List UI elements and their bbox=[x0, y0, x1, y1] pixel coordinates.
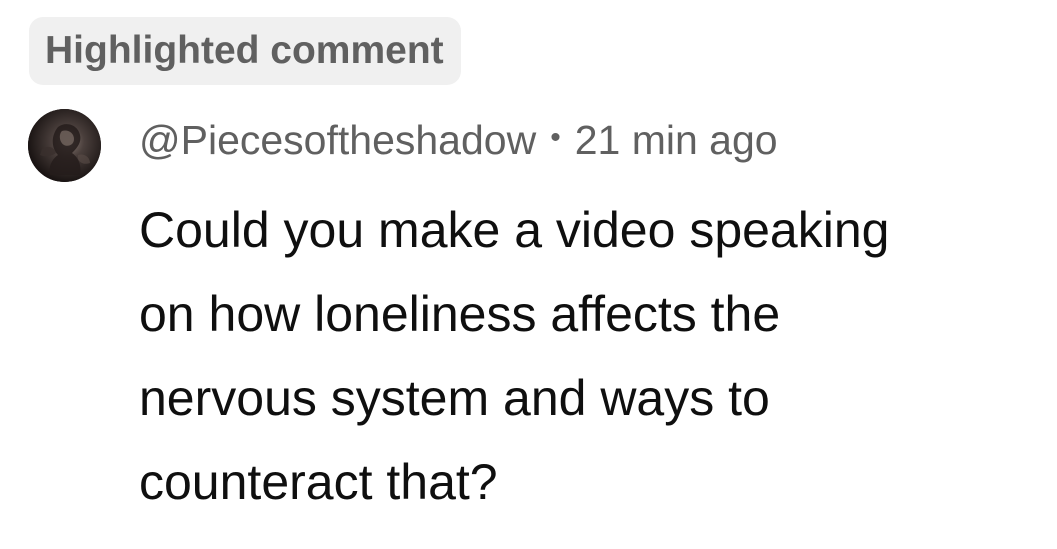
comment-text-line: nervous system and ways to bbox=[139, 370, 770, 426]
user-avatar-icon bbox=[28, 109, 101, 182]
comment-timestamp[interactable]: 21 min ago bbox=[575, 117, 778, 164]
comment-text-line: counteract that? bbox=[139, 454, 498, 510]
comment-meta: @Piecesoftheshadow • 21 min ago bbox=[139, 112, 778, 168]
comment-text-line: on how loneliness affects the bbox=[139, 286, 781, 342]
meta-separator: • bbox=[550, 121, 561, 154]
comment-text-line: Could you make a video speaking bbox=[139, 202, 890, 258]
highlighted-comment-label: Highlighted comment bbox=[45, 29, 444, 72]
highlighted-comment-badge: Highlighted comment bbox=[29, 17, 461, 85]
comment-text: Could you make a video speaking on how l… bbox=[139, 188, 1039, 524]
author-handle[interactable]: @Piecesoftheshadow bbox=[139, 117, 536, 164]
avatar[interactable] bbox=[28, 109, 101, 182]
